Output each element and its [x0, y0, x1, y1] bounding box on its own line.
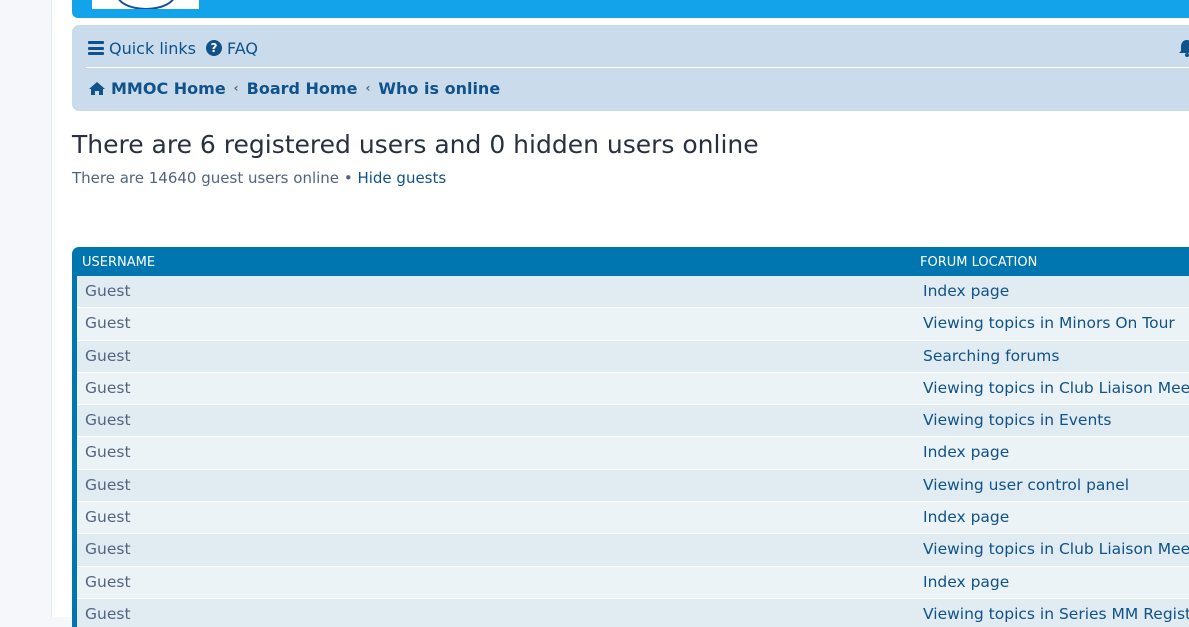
username-cell: Guest: [85, 443, 131, 462]
table-row: Guest Viewing user control panel: [77, 469, 1189, 503]
forum-location-link[interactable]: Index page: [923, 282, 1009, 300]
username-cell: Guest: [85, 475, 131, 494]
table-row: Guest Index page: [77, 437, 1189, 470]
forum-location-link[interactable]: Viewing topics in Series MM Registers: [923, 605, 1189, 623]
question-circle-icon: ?: [205, 40, 222, 56]
username-cell: Guest: [85, 508, 131, 527]
online-users-table: USERNAME FORUM LOCATION Guest Index page G…: [72, 247, 1189, 627]
site-header: [72, 0, 1189, 18]
chevron-left-icon: ‹: [365, 81, 371, 95]
guest-summary: There are 14640 guest users online • Hid…: [72, 169, 446, 187]
column-header-forum-location[interactable]: FORUM LOCATION: [920, 255, 1037, 270]
bell-icon[interactable]: [1177, 39, 1189, 57]
breadcrumb-item-who-is-online[interactable]: Who is online: [378, 79, 500, 98]
forum-location-link[interactable]: Viewing topics in Club Liaison Meetings: [923, 540, 1189, 558]
site-logo[interactable]: [92, 0, 199, 9]
username-cell: Guest: [85, 282, 131, 300]
faq-label: FAQ: [226, 38, 258, 58]
username-cell: Guest: [85, 411, 131, 430]
forum-location-link[interactable]: Viewing topics in Minors On Tour: [923, 314, 1175, 332]
breadcrumb: MMOC Home ‹ Board Home ‹ Who is online: [88, 77, 500, 99]
table-row: Guest Viewing topics in Club Liaison Meet…: [77, 372, 1189, 406]
table-row: Guest Searching forums: [77, 340, 1189, 373]
table-row: Guest Viewing topics in Events: [77, 405, 1189, 438]
table-row: Guest Index page: [77, 276, 1189, 309]
bars-icon: [88, 41, 104, 55]
home-icon: [89, 81, 105, 95]
breadcrumb-label: MMOC Home: [111, 78, 226, 98]
table-body: Guest Index page Guest Viewing topics in Mi…: [77, 276, 1189, 627]
username-cell: Guest: [85, 540, 131, 559]
nav-divider: [86, 67, 1189, 68]
guest-count-text: There are 14640 guest users online: [72, 169, 340, 187]
column-header-username[interactable]: USERNAME: [82, 255, 155, 270]
forum-location-link[interactable]: Viewing topics in Club Liaison Meetings: [923, 379, 1189, 397]
table-row: Guest Index page: [77, 566, 1189, 599]
table-row: Guest Viewing topics in Minors On Tour: [77, 308, 1189, 341]
left-gutter: [0, 0, 52, 617]
separator-bullet: •: [343, 169, 353, 187]
breadcrumb-label: Board Home: [246, 78, 358, 98]
username-cell: Guest: [85, 346, 131, 365]
table-header: USERNAME FORUM LOCATION: [72, 247, 1189, 276]
nav-links: Quick links ? FAQ: [88, 37, 258, 59]
table-row: Guest Index page: [77, 502, 1189, 535]
forum-location-link[interactable]: Viewing user control panel: [923, 476, 1129, 494]
table-row: Guest Viewing topics in Series MM Registe…: [77, 598, 1189, 627]
quick-links-label: Quick links: [109, 38, 196, 58]
table-row: Guest Viewing topics in Club Liaison Meet…: [77, 534, 1189, 567]
forum-location-link[interactable]: Index page: [923, 573, 1009, 591]
faq-link[interactable]: ? FAQ: [205, 38, 258, 58]
logo-emblem: [116, 0, 176, 9]
hide-guests-link[interactable]: Hide guests: [357, 169, 446, 187]
username-cell: Guest: [85, 572, 131, 591]
page-title: There are 6 registered users and 0 hidde…: [72, 130, 759, 159]
username-cell: Guest: [85, 604, 131, 623]
forum-location-link[interactable]: Index page: [923, 443, 1009, 461]
chevron-left-icon: ‹: [233, 81, 239, 95]
navbar: Quick links ? FAQ MMOC Home ‹ Board Home…: [72, 25, 1189, 111]
username-cell: Guest: [85, 314, 131, 333]
forum-location-link[interactable]: Index page: [923, 508, 1009, 526]
breadcrumb-item-mmoc-home[interactable]: MMOC Home: [88, 79, 226, 98]
username-cell: Guest: [85, 378, 131, 397]
quick-links-button[interactable]: Quick links: [88, 39, 196, 58]
forum-location-link[interactable]: Viewing topics in Events: [923, 411, 1111, 429]
breadcrumb-item-board-home[interactable]: Board Home: [247, 79, 358, 98]
breadcrumb-label: Who is online: [378, 78, 501, 98]
forum-location-link[interactable]: Searching forums: [923, 347, 1059, 365]
